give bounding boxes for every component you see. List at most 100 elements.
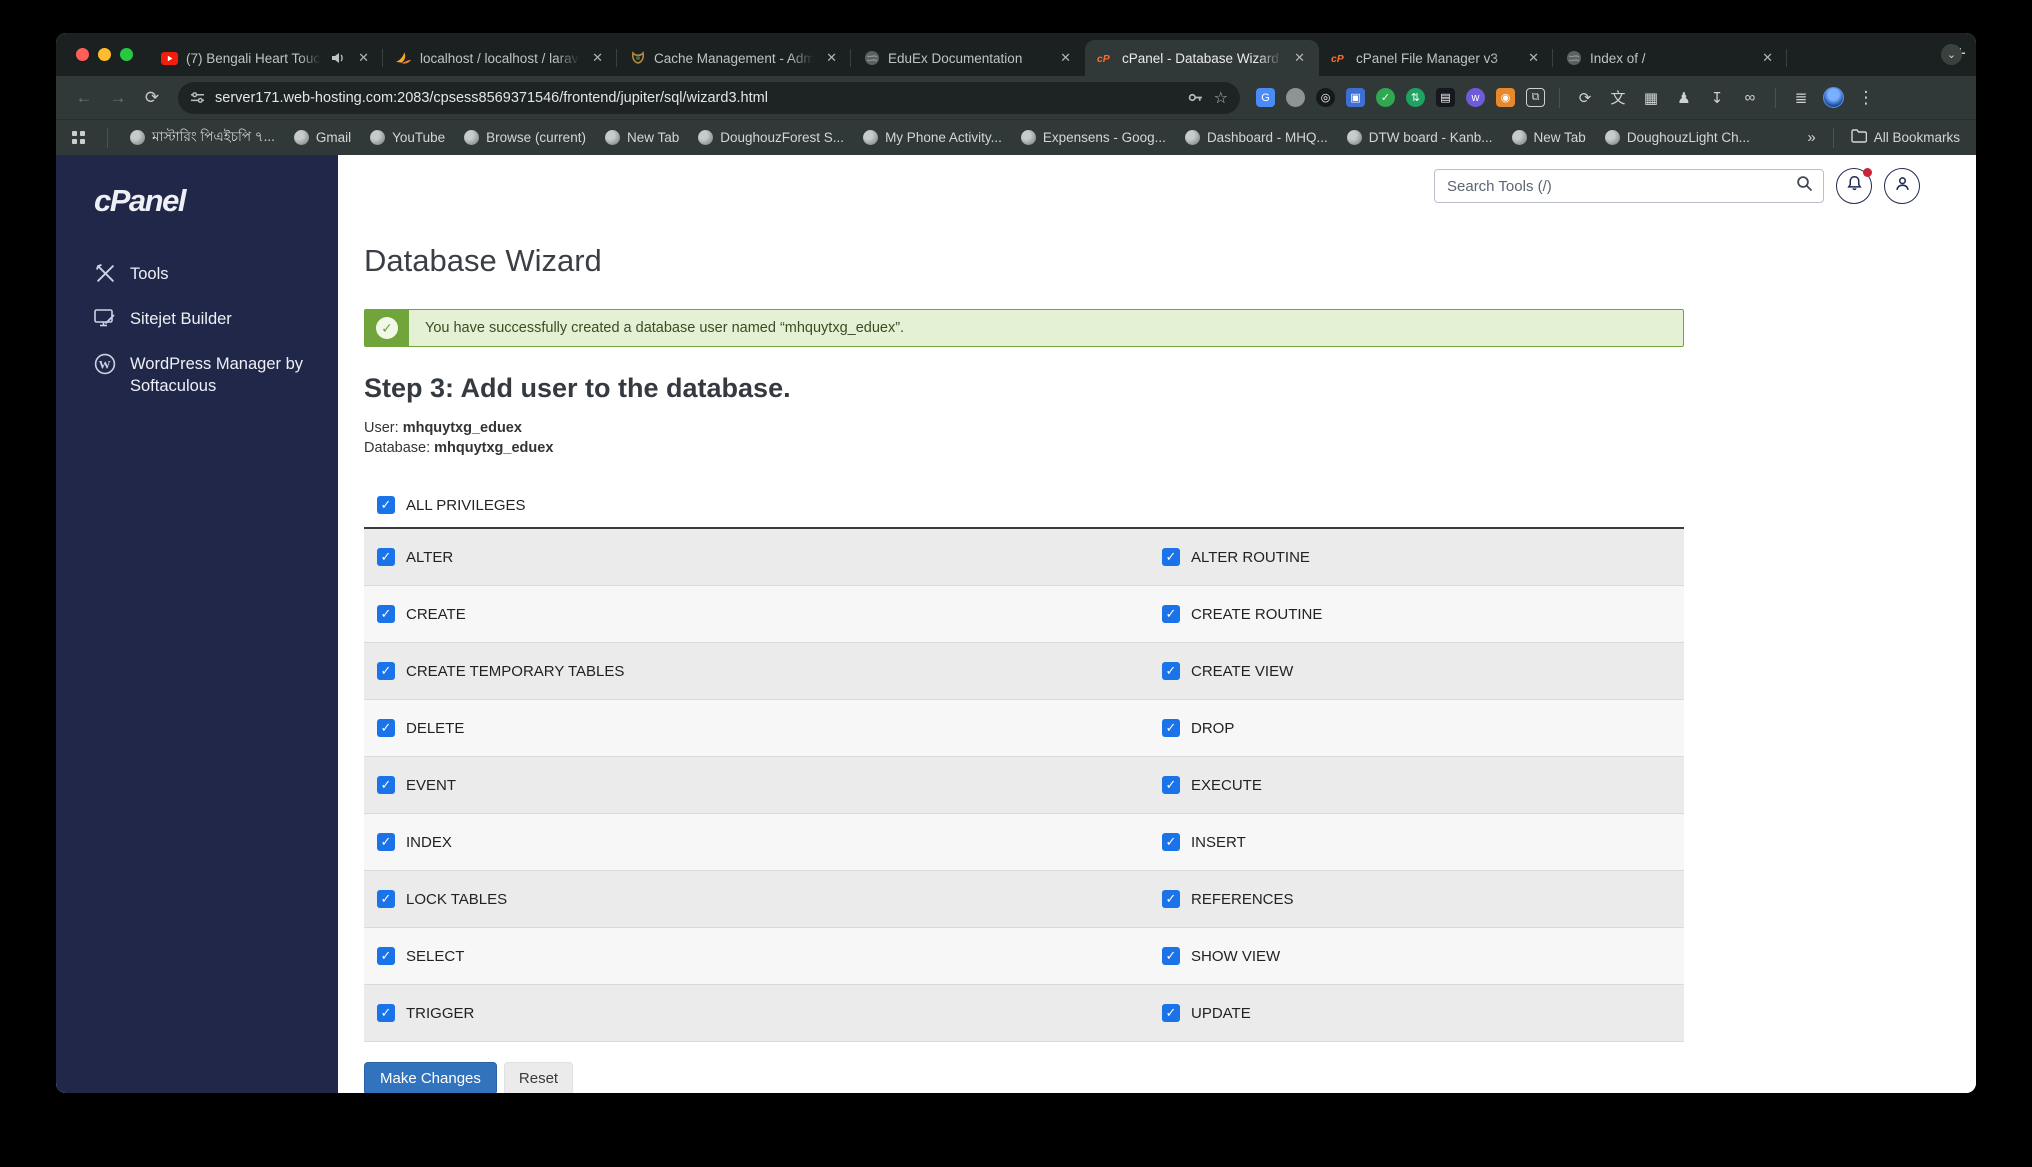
tab-title: localhost / localhost / laravel | [420,50,581,66]
browser-tab-2[interactable]: localhost / localhost / laravel | ✕ [383,40,617,76]
privilege-checkbox-references[interactable]: ✓ [1162,890,1180,908]
bookmark-item-7[interactable]: My Phone Activity... [863,130,1002,145]
tab-close-icon[interactable]: ✕ [1758,48,1777,68]
notifications-button[interactable] [1836,168,1872,204]
bookmark-item-1[interactable]: মাস্টারিং পিএইচপি ৭... [130,126,275,149]
orange-extension-icon[interactable]: ◉ [1496,88,1515,107]
bookmark-item-12[interactable]: DoughouzLight Ch... [1604,130,1750,145]
account-button[interactable] [1884,168,1920,204]
privilege-row: ✓ CREATE ✓ CREATE ROUTINE [364,586,1684,643]
privilege-checkbox-show-view[interactable]: ✓ [1162,947,1180,965]
privilege-checkbox-create-routine[interactable]: ✓ [1162,605,1180,623]
privilege-cell: ✓ EXECUTE [1162,776,1684,794]
purple-extension-icon[interactable]: w [1466,88,1485,107]
ring-extension-icon[interactable]: ◎ [1316,88,1335,107]
design-extension-icon[interactable]: ▤ [1436,88,1455,107]
privilege-checkbox-update[interactable]: ✓ [1162,1004,1180,1022]
privilege-checkbox-drop[interactable]: ✓ [1162,719,1180,737]
profile-avatar[interactable] [1823,87,1844,108]
browser-tab-5[interactable]: cP cPanel - Database Wizard ✕ [1085,40,1319,76]
privilege-checkbox-create-view[interactable]: ✓ [1162,662,1180,680]
back-icon[interactable]: ← [70,84,98,112]
privilege-checkbox-alter[interactable]: ✓ [377,548,395,566]
address-bar[interactable]: server171.web-hosting.com:2083/cpsess856… [178,81,1240,114]
make-changes-button[interactable]: Make Changes [364,1062,497,1093]
translate-extension-icon[interactable]: G [1256,88,1275,107]
sidebar-item-sitejet[interactable]: Sitejet Builder [94,308,309,330]
privilege-checkbox-event[interactable]: ✓ [377,776,395,794]
tab-close-icon[interactable]: ✕ [1290,48,1309,68]
tab-close-icon[interactable]: ✕ [822,48,841,68]
bookmark-star-icon[interactable]: ☆ [1214,88,1228,108]
bookmark-item-11[interactable]: New Tab [1511,130,1586,145]
browser-tab-3[interactable]: Cache Management - Admin | ✕ [617,40,851,76]
search-icon[interactable] [1796,175,1813,197]
bookmarks-overflow-button[interactable]: » [1807,129,1815,146]
laurel-icon [629,50,646,67]
privilege-checkbox-alter-routine[interactable]: ✓ [1162,548,1180,566]
chrome-menu-icon[interactable]: ⋮ [1855,88,1877,108]
reading-list-icon[interactable]: ≣ [1790,89,1812,107]
bookmark-item-3[interactable]: YouTube [370,130,445,145]
sync-extension-icon[interactable]: ⇅ [1406,88,1425,107]
bookmark-item-10[interactable]: DTW board - Kanb... [1346,130,1493,145]
sidebar-item-label: Tools [130,265,169,283]
privilege-cell: ✓ REFERENCES [1162,890,1684,908]
all-privileges-checkbox[interactable]: ✓ [377,496,395,514]
sidebar-item-wordpress[interactable]: W WordPress Manager by Softaculous [94,353,309,397]
reset-button[interactable]: Reset [503,1062,574,1093]
privilege-checkbox-delete[interactable]: ✓ [377,719,395,737]
site-settings-icon[interactable] [190,90,205,105]
reload-icon[interactable]: ⟳ [138,84,166,112]
bookmark-item-4[interactable]: Browse (current) [464,130,586,145]
privilege-checkbox-create-temporary-tables[interactable]: ✓ [377,662,395,680]
maximize-window-button[interactable] [120,48,133,61]
apps-grid-icon[interactable] [72,131,85,144]
tab-search-button[interactable]: ⌄ [1941,44,1962,65]
link-icon[interactable]: ∞ [1739,89,1761,106]
qr-grid-icon[interactable]: ▦ [1640,89,1662,107]
search-tools-input[interactable] [1447,177,1796,195]
browser-tab-7[interactable]: Index of / ✕ [1553,40,1787,76]
password-key-icon[interactable] [1187,89,1204,106]
privilege-checkbox-trigger[interactable]: ✓ [377,1004,395,1022]
shield-check-extension-icon[interactable]: ✓ [1376,88,1395,107]
bookmark-item-9[interactable]: Dashboard - MHQ... [1184,130,1328,145]
browser-tab-4[interactable]: EduEx Documentation ✕ [851,40,1085,76]
privilege-checkbox-select[interactable]: ✓ [377,947,395,965]
tab-close-icon[interactable]: ✕ [354,48,373,68]
privilege-label: CREATE TEMPORARY TABLES [406,662,625,680]
search-tools-box[interactable] [1434,169,1824,203]
tab-strip: (7) Bengali Heart Touching✕localhost / l… [56,33,1976,76]
privilege-checkbox-lock-tables[interactable]: ✓ [377,890,395,908]
browser-tab-6[interactable]: cP cPanel File Manager v3 ✕ [1319,40,1553,76]
close-window-button[interactable] [76,48,89,61]
tab-close-icon[interactable]: ✕ [1524,48,1543,68]
bookmark-item-2[interactable]: Gmail [293,130,351,145]
privilege-cell: ✓ CREATE [364,605,1162,623]
forward-icon[interactable]: → [104,84,132,112]
minimize-window-button[interactable] [98,48,111,61]
incognito-icon[interactable]: ♟ [1673,89,1695,107]
all-bookmarks-button[interactable]: All Bookmarks [1851,129,1960,146]
privilege-checkbox-insert[interactable]: ✓ [1162,833,1180,851]
translate-page-icon[interactable]: 文 [1607,87,1629,108]
capture-extension-icon[interactable]: ▣ [1346,88,1365,107]
tab-close-icon[interactable]: ✕ [588,48,607,68]
shield-extension-icon[interactable] [1286,88,1305,107]
privilege-label: CREATE [406,605,466,623]
bookmark-item-6[interactable]: DoughouzForest S... [698,130,844,145]
download-icon[interactable]: ↧ [1706,89,1728,107]
bookmark-item-5[interactable]: New Tab [604,130,679,145]
bookmarks-bar: মাস্টারিং পিএইচপি ৭... Gmail YouTube Browse… [56,119,1976,155]
sidebar-item-tools[interactable]: Tools [94,263,309,285]
browser-tab-1[interactable]: (7) Bengali Heart Touching ✕ [149,40,383,76]
tools-icon [94,263,116,284]
extensions-puzzle-icon[interactable]: ⧉ [1526,88,1545,107]
privilege-checkbox-execute[interactable]: ✓ [1162,776,1180,794]
tab-close-icon[interactable]: ✕ [1056,48,1075,68]
privilege-checkbox-index[interactable]: ✓ [377,833,395,851]
profile-sync-icon[interactable]: ⟳ [1574,89,1596,107]
privilege-checkbox-create[interactable]: ✓ [377,605,395,623]
bookmark-item-8[interactable]: Expensens - Goog... [1020,130,1166,145]
